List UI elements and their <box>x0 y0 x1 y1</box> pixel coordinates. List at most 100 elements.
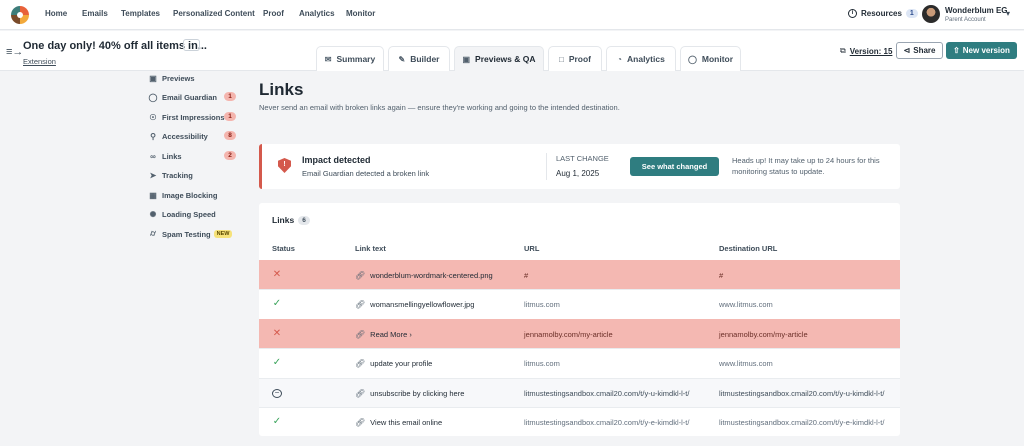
count-badge: 1 <box>224 92 236 101</box>
table-row[interactable]: ✕ 🔗︎ wonderblum-wordmark-centered.png # … <box>259 260 900 289</box>
sidebar-item-spam-testing[interactable]: ⌭ Spam Testing NEW <box>147 227 239 241</box>
sidebar-item-label: First Impressions <box>162 112 225 122</box>
url-cell: # <box>524 271 529 280</box>
version-link[interactable]: ⧉ Version: 15 <box>840 46 892 56</box>
url-cell: jennamolby.com/my-article <box>524 330 613 339</box>
sidebar-item-links[interactable]: ∞ Links 2 <box>147 149 239 163</box>
tab-label: Analytics <box>627 54 665 64</box>
links-count-badge: 6 <box>298 215 310 225</box>
tab-proof[interactable]: □ Proof <box>548 46 602 71</box>
account-role: Parent Account <box>945 17 986 23</box>
new-version-button[interactable]: ⇧ New version <box>946 42 1017 59</box>
tab-previews-qa[interactable]: ▣ Previews & QA <box>454 46 544 71</box>
monitor-icon: ▣ <box>462 54 471 64</box>
shield-icon: ◯ <box>687 54 697 64</box>
version-label: Version: 15 <box>849 46 893 56</box>
url-cell: litmus.com <box>524 359 560 368</box>
destination-url-cell: litmustestingsandbox.cmail20.com/t/y-u-k… <box>719 389 885 398</box>
check-icon: ✓ <box>272 416 282 427</box>
table-row[interactable]: − 🔗︎ unsubscribe by clicking here litmus… <box>259 378 900 407</box>
url-cell: litmus.com <box>524 300 560 309</box>
upload-icon: ⇧ <box>953 46 960 55</box>
nav-personalized-content[interactable]: Personalized Content <box>173 9 255 18</box>
inbox-icon: ⌭ <box>150 229 156 238</box>
magnifier-icon: ⚲ <box>150 131 156 141</box>
destination-url-cell: # <box>719 271 724 280</box>
image-icon: ▦ <box>149 190 157 200</box>
nav-emails[interactable]: Emails <box>82 9 108 18</box>
links-card-title: Links 6 <box>272 215 310 225</box>
table-row[interactable]: ✓ 🔗︎ update your profile litmus.com www.… <box>259 348 900 377</box>
link-icon: 🔗︎ <box>355 418 366 427</box>
campaign-title[interactable]: One day only! 40% off all items in... <box>23 40 207 52</box>
sidebar-item-loading-speed[interactable]: ✺ Loading Speed <box>147 207 239 221</box>
nav-home[interactable]: Home <box>45 9 67 18</box>
shield-alert-icon: ! <box>278 158 291 173</box>
tab-analytics[interactable]: ◔ Analytics <box>606 46 676 71</box>
destination-url-cell: www.litmus.com <box>719 300 773 309</box>
last-change-label: LAST CHANGE <box>556 154 609 163</box>
sidebar-item-label: Email Guardian <box>162 92 218 102</box>
resources-label: Resources <box>861 9 902 18</box>
collapse-sidebar-icon[interactable]: ≡→ <box>6 46 23 58</box>
card-title-label: Links <box>272 215 295 225</box>
tab-label: Summary <box>336 54 376 64</box>
link-icon: 🔗︎ <box>355 271 366 280</box>
more-options-button[interactable]: ··· <box>183 39 200 51</box>
sidebar-item-first-impressions[interactable]: ☉ First Impressions 1 <box>147 110 239 124</box>
share-button[interactable]: ⊲ Share <box>896 42 943 59</box>
alert-note: Heads up! It may take up to 24 hours for… <box>732 156 880 176</box>
share-icon: ⊲ <box>903 46 911 55</box>
share-label: Share <box>913 46 936 55</box>
nav-templates[interactable]: Templates <box>121 9 160 18</box>
tab-builder[interactable]: ✎ Builder <box>388 46 450 71</box>
sidebar-item-email-guardian[interactable]: ◯ Email Guardian 1 <box>147 90 239 104</box>
resources-menu[interactable]: i Resources 1 <box>848 9 918 18</box>
litmus-logo-icon[interactable] <box>11 6 29 24</box>
sidebar-item-tracking[interactable]: ➤ Tracking <box>147 168 239 182</box>
tab-label: Proof <box>568 54 592 64</box>
campaign-subtitle-link[interactable]: Extension <box>23 57 56 66</box>
check-icon: ✓ <box>272 357 282 368</box>
pencil-icon: ✎ <box>398 54 406 64</box>
alert-title: Impact detected <box>302 155 371 165</box>
sidebar-item-previews[interactable]: ▣ Previews <box>147 71 239 85</box>
column-header-link-text: Link text <box>355 244 386 253</box>
top-nav: Home Emails Templates Personalized Conte… <box>0 0 1024 30</box>
chevron-down-icon[interactable]: ▾ <box>1006 9 1010 18</box>
sidebar-item-image-blocking[interactable]: ▦ Image Blocking <box>147 188 239 202</box>
nav-analytics[interactable]: Analytics <box>299 9 335 18</box>
url-cell: litmustestingsandbox.cmail20.com/t/y-e-k… <box>524 418 690 427</box>
sidebar-item-accessibility[interactable]: ⚲ Accessibility 8 <box>147 129 239 143</box>
link-text: update your profile <box>370 359 433 368</box>
tab-monitor[interactable]: ◯ Monitor <box>680 46 741 71</box>
page-subtitle: Never send an email with broken links ag… <box>259 103 620 112</box>
impact-alert: ! Impact detected Email Guardian detecte… <box>259 144 900 189</box>
error-x-icon: ✕ <box>272 269 282 280</box>
avatar[interactable] <box>922 5 940 23</box>
link-text-cell: 🔗︎ update your profile <box>355 359 432 368</box>
account-name[interactable]: Wonderblum EG <box>945 6 1008 15</box>
tab-summary[interactable]: ✉ Summary <box>316 46 384 71</box>
copy-icon: ⧉ <box>840 46 846 55</box>
table-row[interactable]: ✓ 🔗︎ View this email online litmustestin… <box>259 407 900 436</box>
info-icon: i <box>848 9 857 18</box>
sidebar-item-label: Accessibility <box>162 131 208 141</box>
send-icon: ➤ <box>149 170 157 180</box>
sidebar-item-label: Spam Testing <box>162 229 211 239</box>
table-row[interactable]: ✓ 🔗︎ womansmellingyellowflower.jpg litmu… <box>259 289 900 318</box>
link-text: Read More › <box>370 330 412 339</box>
link-text-cell: 🔗︎ womansmellingyellowflower.jpg <box>355 300 474 309</box>
check-icon: ✓ <box>272 298 282 309</box>
clock-icon: ◔ <box>617 54 623 64</box>
see-what-changed-button[interactable]: See what changed <box>630 157 719 176</box>
link-text-cell: 🔗︎ unsubscribe by clicking here <box>355 389 464 398</box>
destination-url-cell: litmustestingsandbox.cmail20.com/t/y-e-k… <box>719 418 885 427</box>
eye-icon: ☉ <box>149 112 157 122</box>
new-version-label: New version <box>962 46 1010 55</box>
nav-proof[interactable]: Proof <box>263 9 284 18</box>
sidebar-item-label: Links <box>162 151 182 161</box>
table-row[interactable]: ✕ 🔗︎ Read More › jennamolby.com/my-artic… <box>259 319 900 348</box>
nav-monitor[interactable]: Monitor <box>346 9 375 18</box>
count-badge: 8 <box>224 131 236 140</box>
